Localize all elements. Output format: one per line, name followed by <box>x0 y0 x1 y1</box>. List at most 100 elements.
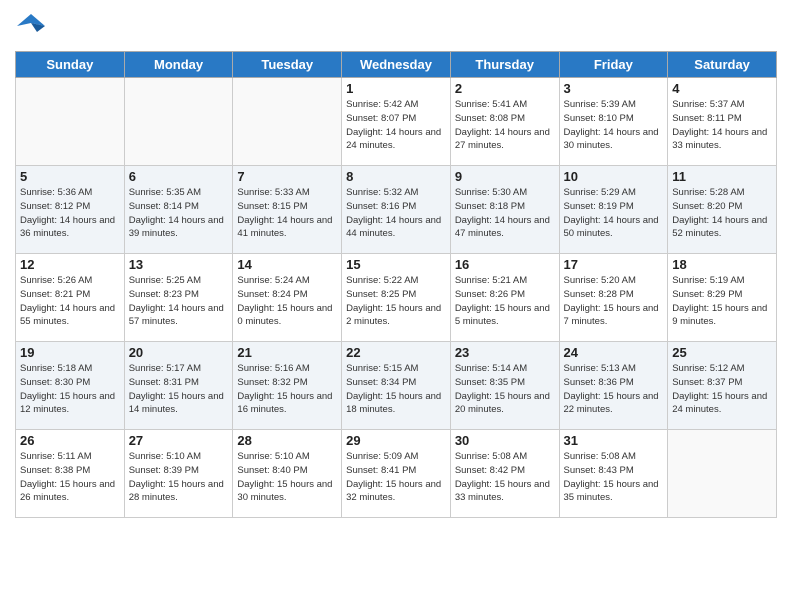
day-info: Sunrise: 5:14 AM Sunset: 8:35 PM Dayligh… <box>455 362 555 417</box>
day-number: 29 <box>346 433 446 448</box>
calendar-cell-1-1 <box>16 78 125 166</box>
calendar-week-2: 5 Sunrise: 5:36 AM Sunset: 8:12 PM Daylig… <box>16 166 777 254</box>
day-number: 27 <box>129 433 229 448</box>
calendar-cell-3-2: 13 Sunrise: 5:25 AM Sunset: 8:23 PM Dayli… <box>124 254 233 342</box>
calendar-week-3: 12Sunrise: 5:26 AM Sunset: 8:21 PM Dayli… <box>16 254 777 342</box>
day-info: Sunrise: 5:10 AM Sunset: 8:39 PM Dayligh… <box>129 450 229 505</box>
calendar-cell-5-2: 27 Sunrise: 5:10 AM Sunset: 8:39 PM Dayli… <box>124 430 233 518</box>
page: SundayMondayTuesdayWednesdayThursdayFrid… <box>0 0 792 612</box>
day-number: 23 <box>455 345 555 360</box>
day-info: Sunrise: 5:20 AM Sunset: 8:28 PM Dayligh… <box>564 274 664 329</box>
calendar-cell-4-6: 24 Sunrise: 5:13 AM Sunset: 8:36 PM Dayli… <box>559 342 668 430</box>
day-number: 31 <box>564 433 664 448</box>
weekday-header-sunday: Sunday <box>16 52 125 78</box>
day-info: Sunrise: 5:18 AM Sunset: 8:30 PM Dayligh… <box>20 362 120 417</box>
day-info: Sunrise: 5:42 AM Sunset: 8:07 PM Dayligh… <box>346 98 446 153</box>
calendar-week-4: 19 Sunrise: 5:18 AM Sunset: 8:30 PM Dayli… <box>16 342 777 430</box>
calendar-cell-1-7: 4 Sunrise: 5:37 AM Sunset: 8:11 PM Daylig… <box>668 78 777 166</box>
day-info: Sunrise: 5:24 AM Sunset: 8:24 PM Dayligh… <box>237 274 337 329</box>
calendar-cell-2-4: 8Sunrise: 5:32 AM Sunset: 8:16 PM Daylig… <box>342 166 451 254</box>
calendar-cell-4-4: 22 Sunrise: 5:15 AM Sunset: 8:34 PM Dayli… <box>342 342 451 430</box>
calendar-cell-5-1: 26 Sunrise: 5:11 AM Sunset: 8:38 PM Dayli… <box>16 430 125 518</box>
day-info: Sunrise: 5:12 AM Sunset: 8:37 PM Dayligh… <box>672 362 772 417</box>
header <box>15 10 777 43</box>
day-info: Sunrise: 5:08 AM Sunset: 8:42 PM Dayligh… <box>455 450 555 505</box>
calendar-cell-5-5: 30Sunrise: 5:08 AM Sunset: 8:42 PM Dayli… <box>450 430 559 518</box>
day-number: 14 <box>237 257 337 272</box>
day-number: 22 <box>346 345 446 360</box>
calendar-cell-2-7: 11Sunrise: 5:28 AM Sunset: 8:20 PM Dayli… <box>668 166 777 254</box>
day-info: Sunrise: 5:36 AM Sunset: 8:12 PM Dayligh… <box>20 186 120 241</box>
day-number: 10 <box>564 169 664 184</box>
calendar-week-1: 1 Sunrise: 5:42 AM Sunset: 8:07 PM Daylig… <box>16 78 777 166</box>
weekday-header-saturday: Saturday <box>668 52 777 78</box>
day-info: Sunrise: 5:26 AM Sunset: 8:21 PM Dayligh… <box>20 274 120 329</box>
day-info: Sunrise: 5:37 AM Sunset: 8:11 PM Dayligh… <box>672 98 772 153</box>
day-info: Sunrise: 5:33 AM Sunset: 8:15 PM Dayligh… <box>237 186 337 241</box>
calendar-week-5: 26 Sunrise: 5:11 AM Sunset: 8:38 PM Dayli… <box>16 430 777 518</box>
day-info: Sunrise: 5:13 AM Sunset: 8:36 PM Dayligh… <box>564 362 664 417</box>
calendar-cell-2-3: 7 Sunrise: 5:33 AM Sunset: 8:15 PM Daylig… <box>233 166 342 254</box>
day-info: Sunrise: 5:41 AM Sunset: 8:08 PM Dayligh… <box>455 98 555 153</box>
calendar-cell-1-4: 1 Sunrise: 5:42 AM Sunset: 8:07 PM Daylig… <box>342 78 451 166</box>
day-number: 1 <box>346 81 446 96</box>
calendar-cell-5-3: 28Sunrise: 5:10 AM Sunset: 8:40 PM Dayli… <box>233 430 342 518</box>
calendar-cell-2-2: 6 Sunrise: 5:35 AM Sunset: 8:14 PM Daylig… <box>124 166 233 254</box>
day-info: Sunrise: 5:15 AM Sunset: 8:34 PM Dayligh… <box>346 362 446 417</box>
calendar-cell-3-6: 17 Sunrise: 5:20 AM Sunset: 8:28 PM Dayli… <box>559 254 668 342</box>
day-number: 15 <box>346 257 446 272</box>
calendar-table: SundayMondayTuesdayWednesdayThursdayFrid… <box>15 51 777 518</box>
day-number: 7 <box>237 169 337 184</box>
day-number: 9 <box>455 169 555 184</box>
weekday-header-wednesday: Wednesday <box>342 52 451 78</box>
calendar-cell-5-4: 29 Sunrise: 5:09 AM Sunset: 8:41 PM Dayli… <box>342 430 451 518</box>
day-number: 8 <box>346 169 446 184</box>
day-info: Sunrise: 5:30 AM Sunset: 8:18 PM Dayligh… <box>455 186 555 241</box>
day-number: 19 <box>20 345 120 360</box>
calendar-cell-1-2 <box>124 78 233 166</box>
calendar-cell-3-3: 14 Sunrise: 5:24 AM Sunset: 8:24 PM Dayli… <box>233 254 342 342</box>
weekday-header-tuesday: Tuesday <box>233 52 342 78</box>
day-number: 21 <box>237 345 337 360</box>
day-number: 11 <box>672 169 772 184</box>
calendar-cell-4-7: 25 Sunrise: 5:12 AM Sunset: 8:37 PM Dayli… <box>668 342 777 430</box>
calendar-cell-4-2: 20 Sunrise: 5:17 AM Sunset: 8:31 PM Dayli… <box>124 342 233 430</box>
day-number: 3 <box>564 81 664 96</box>
day-info: Sunrise: 5:22 AM Sunset: 8:25 PM Dayligh… <box>346 274 446 329</box>
weekday-header-row: SundayMondayTuesdayWednesdayThursdayFrid… <box>16 52 777 78</box>
day-number: 4 <box>672 81 772 96</box>
weekday-header-monday: Monday <box>124 52 233 78</box>
day-number: 17 <box>564 257 664 272</box>
day-info: Sunrise: 5:35 AM Sunset: 8:14 PM Dayligh… <box>129 186 229 241</box>
day-number: 6 <box>129 169 229 184</box>
logo <box>15 10 45 43</box>
calendar-cell-3-1: 12Sunrise: 5:26 AM Sunset: 8:21 PM Dayli… <box>16 254 125 342</box>
day-number: 18 <box>672 257 772 272</box>
calendar-cell-3-7: 18 Sunrise: 5:19 AM Sunset: 8:29 PM Dayli… <box>668 254 777 342</box>
day-number: 20 <box>129 345 229 360</box>
day-number: 2 <box>455 81 555 96</box>
weekday-header-thursday: Thursday <box>450 52 559 78</box>
day-info: Sunrise: 5:21 AM Sunset: 8:26 PM Dayligh… <box>455 274 555 329</box>
day-info: Sunrise: 5:19 AM Sunset: 8:29 PM Dayligh… <box>672 274 772 329</box>
calendar-cell-4-5: 23 Sunrise: 5:14 AM Sunset: 8:35 PM Dayli… <box>450 342 559 430</box>
weekday-header-friday: Friday <box>559 52 668 78</box>
calendar-cell-4-3: 21 Sunrise: 5:16 AM Sunset: 8:32 PM Dayli… <box>233 342 342 430</box>
day-info: Sunrise: 5:11 AM Sunset: 8:38 PM Dayligh… <box>20 450 120 505</box>
day-number: 26 <box>20 433 120 448</box>
day-info: Sunrise: 5:16 AM Sunset: 8:32 PM Dayligh… <box>237 362 337 417</box>
calendar-cell-3-5: 16 Sunrise: 5:21 AM Sunset: 8:26 PM Dayli… <box>450 254 559 342</box>
day-info: Sunrise: 5:17 AM Sunset: 8:31 PM Dayligh… <box>129 362 229 417</box>
day-number: 24 <box>564 345 664 360</box>
logo-bird-icon <box>17 10 45 38</box>
calendar-cell-2-1: 5 Sunrise: 5:36 AM Sunset: 8:12 PM Daylig… <box>16 166 125 254</box>
day-number: 5 <box>20 169 120 184</box>
day-info: Sunrise: 5:25 AM Sunset: 8:23 PM Dayligh… <box>129 274 229 329</box>
day-info: Sunrise: 5:29 AM Sunset: 8:19 PM Dayligh… <box>564 186 664 241</box>
day-info: Sunrise: 5:09 AM Sunset: 8:41 PM Dayligh… <box>346 450 446 505</box>
day-info: Sunrise: 5:08 AM Sunset: 8:43 PM Dayligh… <box>564 450 664 505</box>
day-number: 13 <box>129 257 229 272</box>
day-number: 25 <box>672 345 772 360</box>
calendar-cell-4-1: 19 Sunrise: 5:18 AM Sunset: 8:30 PM Dayli… <box>16 342 125 430</box>
day-number: 16 <box>455 257 555 272</box>
